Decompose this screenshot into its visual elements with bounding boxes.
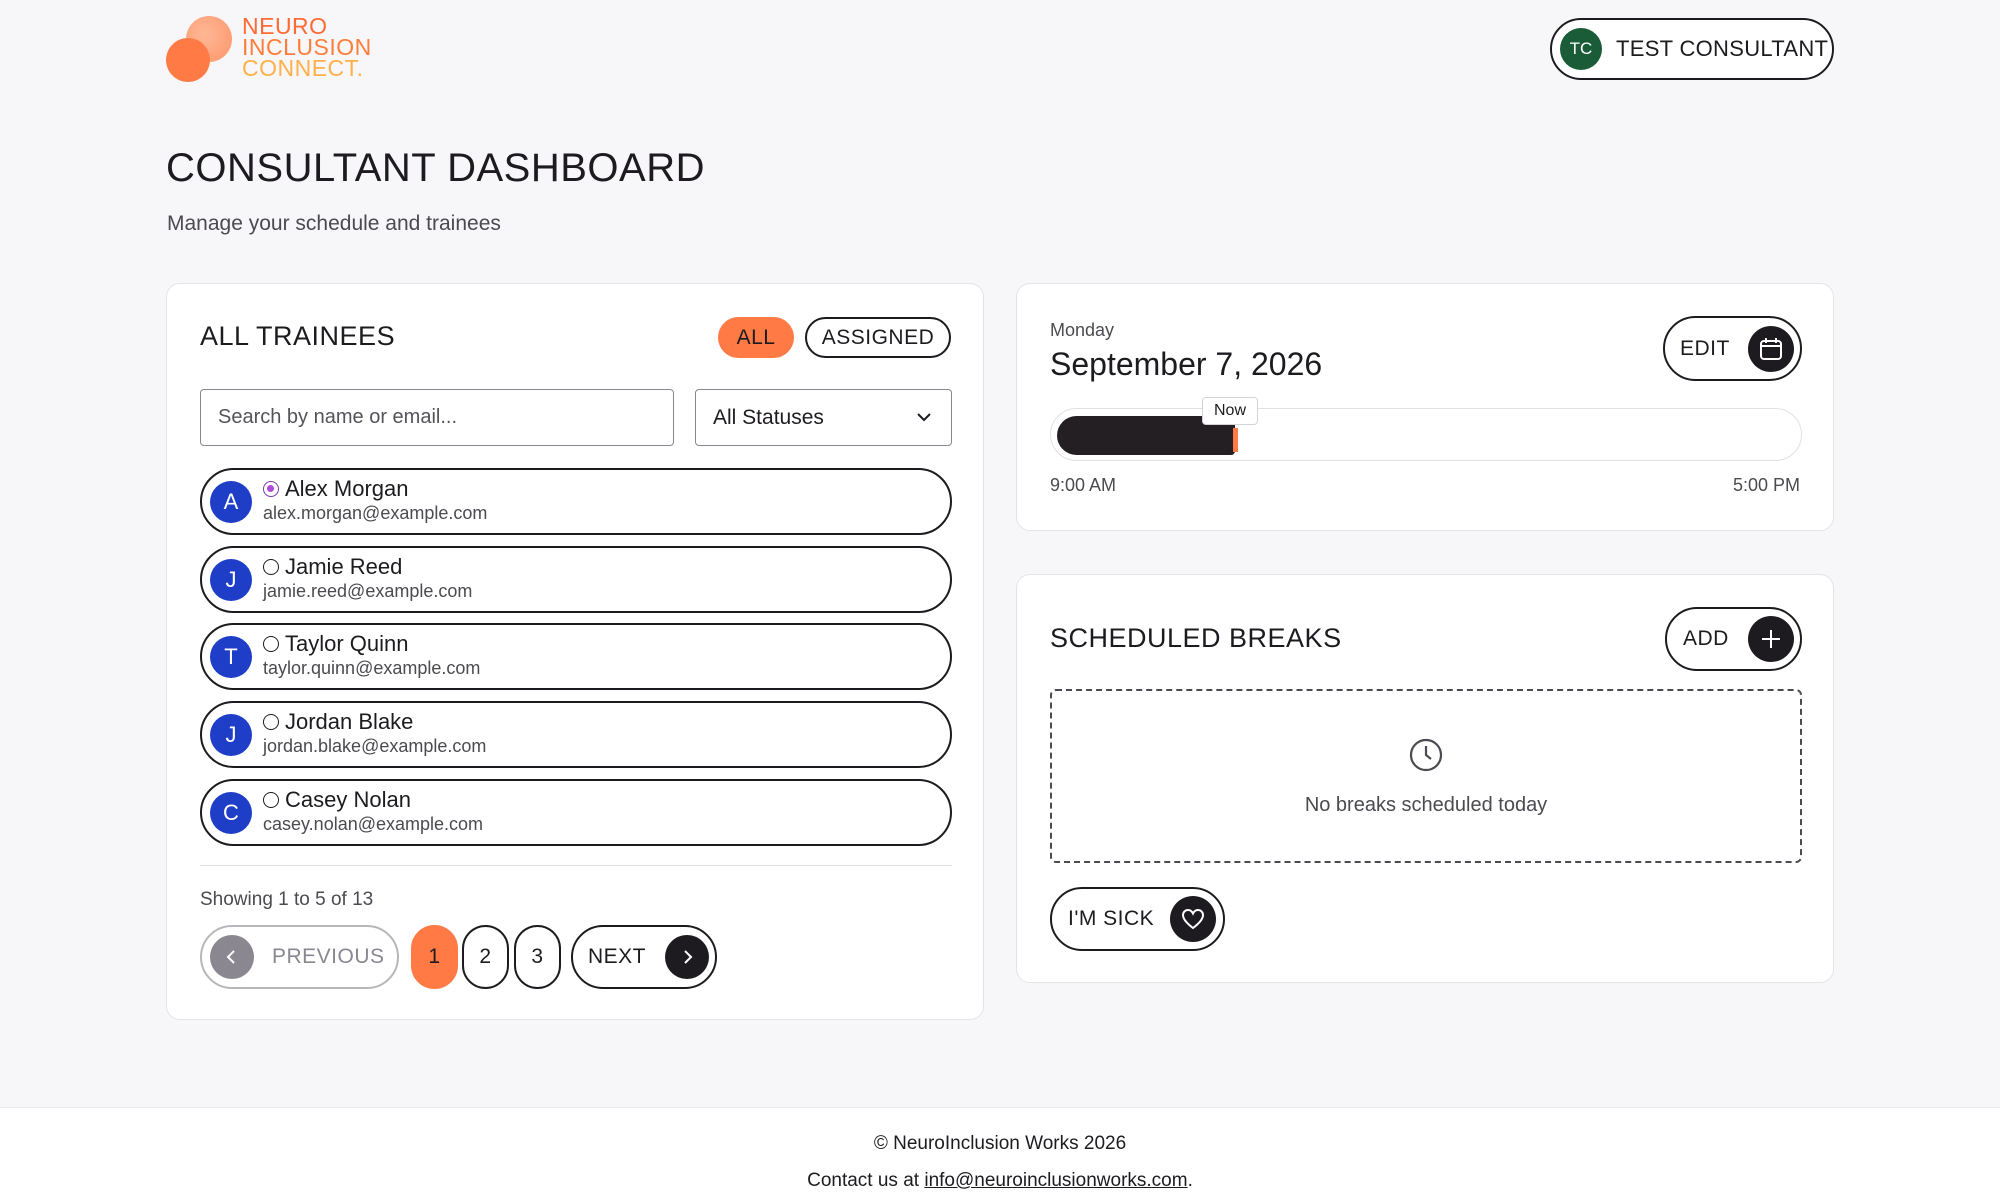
filter-all-button[interactable]: ALL [718,317,794,358]
trainee-avatar: C [210,792,252,834]
chevron-right-icon [665,935,710,979]
add-label: ADD [1683,627,1729,650]
trainee-name: Alex Morgan [285,476,409,501]
trainees-card: ALL TRAINEES ALL ASSIGNED All Statuses A… [166,283,984,1020]
now-tag: Now [1202,397,1259,425]
now-marker [1233,428,1238,452]
edit-schedule-button[interactable]: EDIT [1663,316,1802,381]
next-page-button[interactable]: NEXT [571,925,717,989]
empty-breaks-text: No breaks scheduled today [1304,794,1548,816]
trainee-name: Jordan Blake [285,709,414,734]
trainee-avatar: A [210,481,252,523]
trainee-email: casey.nolan@example.com [263,814,484,834]
im-sick-button[interactable]: I'M SICK [1050,887,1225,951]
trainee-name: Casey Nolan [285,787,411,812]
next-label: NEXT [588,945,647,968]
trainee-row[interactable]: J Jamie Reed jamie.reed@example.com [200,546,952,613]
start-time: 9:00 AM [1050,475,1117,495]
status-indicator-icon [263,559,279,575]
trainee-name: Taylor Quinn [285,631,409,656]
previous-label: PREVIOUS [272,945,385,968]
breaks-title: SCHEDULED BREAKS [1050,623,1342,653]
logo-mark-icon [166,16,232,82]
heart-icon [1170,896,1216,942]
contact-email-link[interactable]: info@neuroinclusionworks.com [924,1170,1187,1191]
trainees-title: ALL TRAINEES [200,321,396,351]
pagination-summary: Showing 1 to 5 of 13 [200,889,374,910]
trainee-email: taylor.quinn@example.com [263,658,481,678]
chevron-left-icon [210,935,254,979]
clock-icon [1409,738,1443,772]
trainee-row[interactable]: C Casey Nolan casey.nolan@example.com [200,779,952,846]
user-menu-button[interactable]: TC TEST CONSULTANT [1550,18,1834,80]
end-time: 5:00 PM [1732,475,1800,495]
status-indicator-icon [263,636,279,652]
search-input[interactable] [200,389,674,446]
status-select-value: All Statuses [713,405,824,429]
day-timeline: Now [1050,397,1802,461]
trainee-avatar: J [210,559,252,601]
add-break-button[interactable]: ADD [1665,607,1802,671]
previous-page-button[interactable]: PREVIOUS [200,925,399,989]
trainee-row[interactable]: T Taylor Quinn taylor.quinn@example.com [200,623,952,690]
trainee-email: alex.morgan@example.com [263,503,488,523]
filter-assigned-button[interactable]: ASSIGNED [805,317,951,358]
page-button-1[interactable]: 1 [411,925,458,989]
page-button-2[interactable]: 2 [462,925,509,989]
trainee-row[interactable]: A Alex Morgan alex.morgan@example.com [200,468,952,535]
list-divider [200,865,952,866]
status-indicator-icon [263,792,279,808]
trainee-avatar: T [210,636,252,678]
trainee-email: jordan.blake@example.com [263,736,487,756]
logo-line-3: CONNECT. [242,55,364,81]
weekday-label: Monday [1050,320,1115,340]
status-indicator-icon [263,481,279,497]
status-indicator-icon [263,714,279,730]
logo-wordmark: NEURO INCLUSION CONNECT. [242,15,372,81]
footer-contact: Contact us at info@neuroinclusionworks.c… [0,1170,2000,1192]
user-name: TEST CONSULTANT [1616,36,1829,61]
footer-copyright: © NeuroInclusion Works 2026 [873,1133,1127,1154]
calendar-icon [1748,326,1794,372]
sick-label: I'M SICK [1068,907,1155,930]
day-schedule-card: Monday September 7, 2026 EDIT Now 9:00 A… [1016,283,1834,531]
chevron-down-icon [917,413,931,422]
breaks-empty-state: No breaks scheduled today [1050,689,1802,863]
footer: © NeuroInclusion Works 2026 Contact us a… [0,1107,2000,1203]
trainee-avatar: J [210,714,252,756]
user-avatar: TC [1560,28,1602,70]
page-title: CONSULTANT DASHBOARD [166,146,705,190]
contact-suffix: . [1187,1170,1193,1191]
status-select[interactable]: All Statuses [695,389,952,446]
date-heading: September 7, 2026 [1050,346,1323,382]
scheduled-breaks-card: SCHEDULED BREAKS ADD No breaks scheduled… [1016,574,1834,983]
plus-icon [1748,616,1794,662]
edit-label: EDIT [1680,336,1730,360]
trainee-name: Jamie Reed [285,554,403,579]
trainee-email: jamie.reed@example.com [263,581,473,601]
brand-logo[interactable]: NEURO INCLUSION CONNECT. [166,15,372,82]
page-subtitle: Manage your schedule and trainees [167,212,501,235]
contact-prefix: Contact us at [807,1170,925,1191]
trainee-row[interactable]: J Jordan Blake jordan.blake@example.com [200,701,952,768]
page-button-3[interactable]: 3 [514,925,561,989]
